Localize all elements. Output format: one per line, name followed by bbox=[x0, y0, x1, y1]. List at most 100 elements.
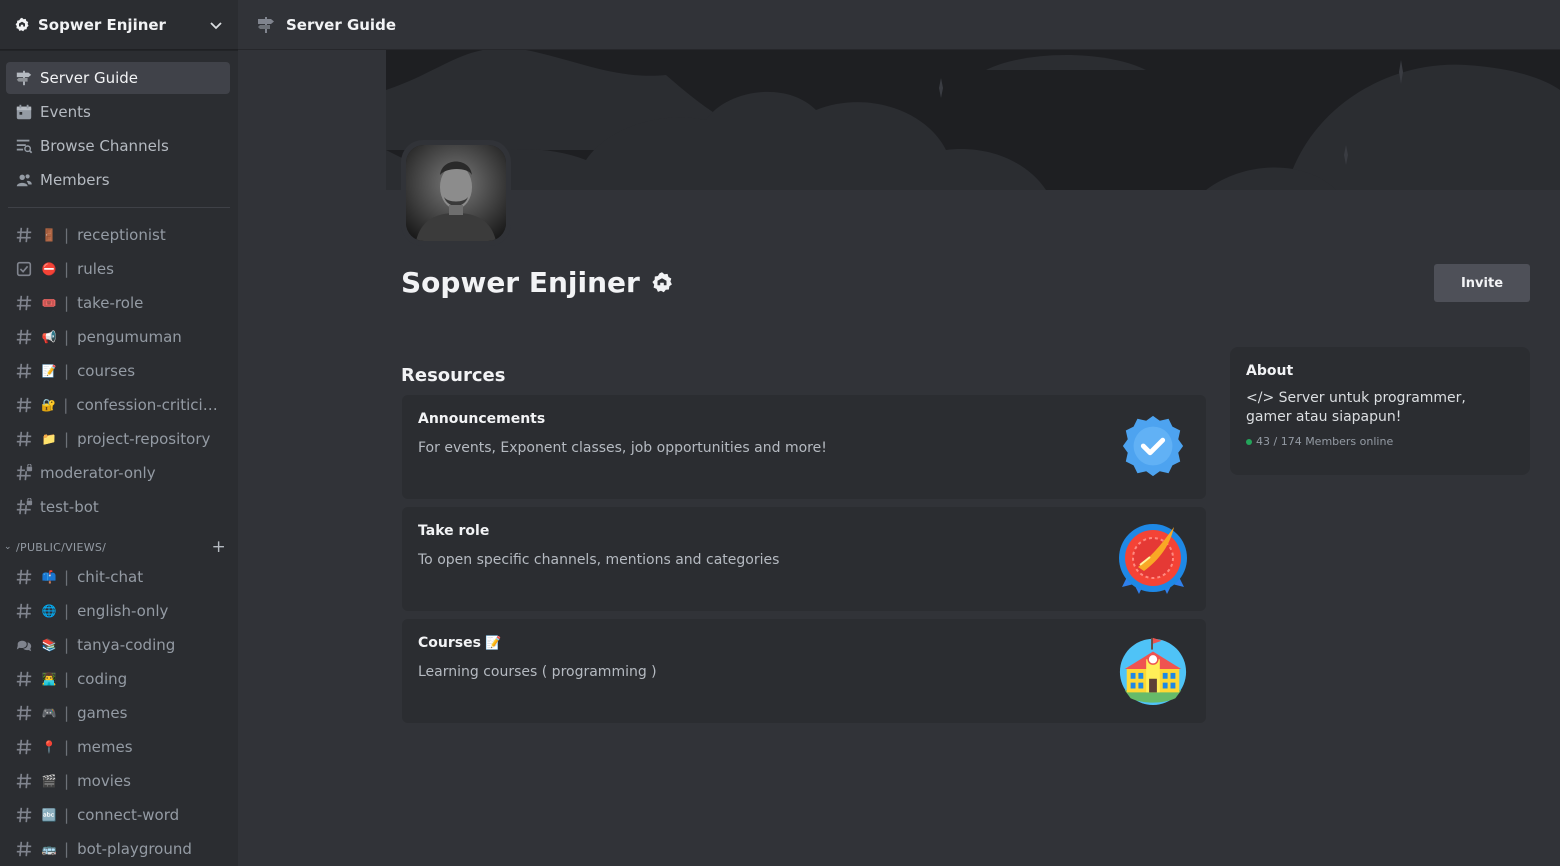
forum-icon bbox=[14, 635, 34, 655]
megaphone-emoji-icon: 📢 bbox=[41, 330, 57, 344]
nav-server-guide[interactable]: Server Guide bbox=[6, 62, 230, 94]
globe-emoji-icon: 🌐 bbox=[41, 604, 57, 618]
online-count: 43 / 174 Members online bbox=[1246, 435, 1514, 448]
channel-label: bot-playground bbox=[77, 840, 192, 858]
separator: | bbox=[64, 260, 70, 278]
channel-movies[interactable]: 🎬 | movies bbox=[6, 765, 230, 797]
channel-confession[interactable]: 🔐 | confession-criticis... bbox=[6, 389, 230, 421]
mailbox-emoji-icon: 📫 bbox=[41, 570, 57, 584]
separator: | bbox=[64, 772, 70, 790]
school-building-icon bbox=[1116, 633, 1190, 707]
channel-receptionist[interactable]: 🚪 | receptionist bbox=[6, 219, 230, 251]
channel-memes[interactable]: 📍 | memes bbox=[6, 731, 230, 763]
server-banner bbox=[386, 50, 1560, 190]
hash-icon bbox=[14, 395, 34, 415]
nav-label: Events bbox=[40, 103, 91, 121]
books-emoji-icon: 📚 bbox=[41, 638, 57, 652]
channel-rules[interactable]: ⛔ | rules bbox=[6, 253, 230, 285]
channel-label: test-bot bbox=[40, 498, 99, 516]
hash-icon bbox=[14, 805, 34, 825]
separator: | bbox=[64, 226, 70, 244]
resource-title: Take role bbox=[418, 523, 489, 539]
chevron-down-icon[interactable] bbox=[208, 17, 224, 33]
invite-button[interactable]: Invite bbox=[1434, 264, 1530, 302]
memo-emoji-icon: 📝 bbox=[41, 364, 57, 378]
channel-label: tanya-coding bbox=[77, 636, 176, 654]
about-title: About bbox=[1246, 363, 1294, 379]
hash-locked-icon bbox=[14, 463, 34, 483]
server-avatar bbox=[401, 140, 511, 246]
channel-tanya-coding[interactable]: 📚 | tanya-coding bbox=[6, 629, 230, 661]
about-description: </> Server untuk programmer, gamer atau … bbox=[1246, 390, 1466, 425]
top-bar: Server Guide bbox=[238, 0, 1560, 50]
separator: | bbox=[64, 840, 70, 858]
hash-icon bbox=[14, 703, 34, 723]
resource-title: Courses 📝 bbox=[418, 635, 501, 651]
channel-bot-playground[interactable]: 🚌 | bot-playground bbox=[6, 833, 230, 865]
separator: | bbox=[64, 568, 70, 586]
separator: | bbox=[63, 396, 69, 414]
separator: | bbox=[64, 636, 70, 654]
hash-icon bbox=[14, 771, 34, 791]
category-public-views[interactable]: ⌄ /PUBLIC/VIEWS/ + bbox=[0, 533, 238, 561]
hash-icon bbox=[14, 429, 34, 449]
sidebar-divider bbox=[8, 207, 230, 208]
category-label: /PUBLIC/VIEWS/ bbox=[16, 540, 107, 554]
channel-label: english-only bbox=[77, 602, 169, 620]
server-header[interactable]: Sopwer Enjiner bbox=[0, 0, 238, 50]
resource-card-take-role[interactable]: Take role To open specific channels, men… bbox=[402, 507, 1206, 611]
add-channel-icon[interactable]: + bbox=[211, 537, 226, 557]
hash-icon bbox=[14, 567, 34, 587]
nav-events[interactable]: Events bbox=[6, 96, 230, 128]
channel-label: movies bbox=[77, 772, 131, 790]
server-badge-icon bbox=[650, 271, 674, 295]
folder-emoji-icon: 📁 bbox=[41, 432, 57, 446]
channel-label: coding bbox=[77, 670, 128, 688]
role-medal-icon bbox=[1116, 521, 1190, 595]
channel-take-role[interactable]: 🎟️ | take-role bbox=[6, 287, 230, 319]
resource-title-text: Take role bbox=[418, 523, 490, 539]
signpost-icon bbox=[14, 68, 34, 88]
no-entry-emoji-icon: ⛔ bbox=[41, 262, 57, 276]
door-emoji-icon: 🚪 bbox=[41, 228, 57, 242]
rules-icon bbox=[14, 259, 34, 279]
channel-connect-word[interactable]: 🔤 | connect-word bbox=[6, 799, 230, 831]
page-title: Server Guide bbox=[286, 15, 396, 34]
online-status-dot bbox=[1246, 438, 1252, 445]
channel-games[interactable]: 🎮 | games bbox=[6, 697, 230, 729]
resource-card-courses[interactable]: Courses 📝 Learning courses ( programming… bbox=[402, 619, 1206, 723]
channel-test-bot[interactable]: test-bot bbox=[6, 491, 230, 523]
channel-moderator-only[interactable]: moderator-only bbox=[6, 457, 230, 489]
separator: | bbox=[64, 328, 70, 346]
hash-icon bbox=[14, 601, 34, 621]
nav-browse-channels[interactable]: Browse Channels bbox=[6, 130, 230, 162]
nav-members[interactable]: Members bbox=[6, 164, 230, 196]
hash-icon bbox=[14, 225, 34, 245]
channel-label: receptionist bbox=[77, 226, 166, 244]
separator: | bbox=[64, 738, 70, 756]
verified-badge-icon bbox=[1116, 409, 1190, 483]
channel-label: moderator-only bbox=[40, 464, 156, 482]
online-count-text: 43 / 174 Members online bbox=[1256, 435, 1394, 448]
channel-label: pengumuman bbox=[77, 328, 182, 346]
separator: | bbox=[64, 430, 70, 448]
channel-chit-chat[interactable]: 📫 | chit-chat bbox=[6, 561, 230, 593]
server-title: Sopwer Enjiner bbox=[401, 266, 674, 299]
clapper-emoji-icon: 🎬 bbox=[41, 774, 57, 788]
channel-english-only[interactable]: 🌐 | english-only bbox=[6, 595, 230, 627]
channel-coding[interactable]: 👨‍💻 | coding bbox=[6, 663, 230, 695]
resource-card-announcements[interactable]: Announcements For events, Exponent class… bbox=[402, 395, 1206, 499]
channel-courses[interactable]: 📝 | courses bbox=[6, 355, 230, 387]
channel-label: memes bbox=[77, 738, 133, 756]
nav-label: Browse Channels bbox=[40, 137, 169, 155]
channel-pengumuman[interactable]: 📢 | pengumuman bbox=[6, 321, 230, 353]
memo-emoji-icon: 📝 bbox=[484, 635, 502, 651]
server-name: Sopwer Enjiner bbox=[38, 15, 166, 34]
hash-icon bbox=[14, 839, 34, 859]
channel-label: chit-chat bbox=[77, 568, 144, 586]
resource-title-text: Announcements bbox=[418, 411, 546, 427]
server-badge-icon bbox=[14, 17, 30, 33]
chevron-down-icon: ⌄ bbox=[4, 542, 12, 552]
separator: | bbox=[64, 806, 70, 824]
channel-project-repository[interactable]: 📁 | project-repository bbox=[6, 423, 230, 455]
